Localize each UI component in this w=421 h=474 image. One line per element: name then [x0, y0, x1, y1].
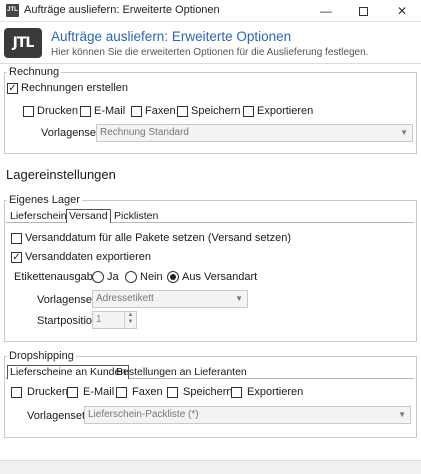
tab-versand[interactable]: Versand: [66, 209, 111, 223]
rechnung-group-label: Rechnung: [7, 66, 62, 78]
etiketten-aus-versandart-radio[interactable]: [167, 271, 179, 283]
tab-lieferscheine-an-kunden[interactable]: Lieferscheine an Kunden: [7, 365, 130, 379]
etiketten-aus-versandart-label: Aus Versandart: [182, 271, 258, 283]
dropshipping-exportieren-label: Exportieren: [247, 386, 304, 398]
etiketten-ja-label: Ja: [107, 271, 119, 283]
chevron-down-icon: ▼: [400, 128, 408, 137]
minimize-button[interactable]: —: [309, 0, 343, 22]
stepper-arrows-icon[interactable]: ▲ ▼: [124, 312, 136, 328]
dropshipping-faxen-label: Faxen: [132, 386, 163, 398]
rechnung-speichern-checkbox[interactable]: [177, 106, 188, 117]
rechnung-exportieren-label: Exportieren: [257, 105, 314, 117]
rechnung-exportieren-checkbox[interactable]: [243, 106, 254, 117]
maximize-icon: [358, 6, 368, 16]
startposition-label: Startposition: [37, 315, 99, 327]
lager-vorlagenset-value: Adressetikett: [96, 293, 154, 304]
lagereinstellungen-title: Lagereinstellungen: [6, 167, 116, 182]
lager-vorlagenset-label: Vorlagenset:: [37, 294, 99, 306]
rechnung-vorlagenset-select[interactable]: Rechnung Standard ▼: [96, 124, 413, 142]
rechnung-speichern-label: Speichern: [191, 105, 241, 117]
rechnung-vorlagenset-label: Vorlagenset:: [41, 127, 103, 139]
app-icon: JTL: [6, 4, 19, 17]
versanddatum-checkbox[interactable]: [11, 233, 22, 244]
dropshipping-email-label: E-Mail: [83, 386, 115, 398]
close-button[interactable]: ✕: [385, 0, 419, 22]
dropshipping-vorlagenset-label: Vorlagenset:: [27, 410, 89, 422]
etiketten-nein-radio[interactable]: [125, 271, 137, 283]
dropshipping-vorlagenset-select[interactable]: Lieferschein-Packliste (*) ▼: [84, 406, 411, 424]
dropshipping-drucken-checkbox[interactable]: [11, 387, 22, 398]
dropshipping-vorlagenset-value: Lieferschein-Packliste (*): [88, 409, 199, 420]
dropshipping-speichern-label: Speichern: [183, 386, 233, 398]
versanddatum-label: Versanddatum für alle Pakete setzen (Ver…: [25, 232, 291, 244]
chevron-down-icon: ▼: [398, 410, 406, 419]
dialog-header: JTL Aufträge ausliefern: Erweiterte Opti…: [0, 22, 421, 64]
title-bar: JTL Aufträge ausliefern: Erweiterte Opti…: [0, 0, 421, 22]
bottom-strip: [0, 460, 421, 474]
rechnung-email-label: E-Mail: [94, 105, 126, 117]
startposition-value: 1: [96, 314, 102, 325]
maximize-button[interactable]: [346, 0, 380, 22]
jtl-logo: JTL: [4, 28, 42, 58]
tab-lieferscheine[interactable]: Lieferscheine: [8, 210, 74, 224]
rechnung-faxen-label: Faxen: [145, 105, 176, 117]
dropshipping-faxen-checkbox[interactable]: [116, 387, 127, 398]
rechnung-email-checkbox[interactable]: [80, 106, 91, 117]
eigenes-lager-group-label: Eigenes Lager: [7, 194, 82, 206]
radio-selected-dot: [170, 274, 176, 280]
dropshipping-email-checkbox[interactable]: [67, 387, 78, 398]
rechnung-vorlagenset-value: Rechnung Standard: [100, 127, 189, 138]
tab-picklisten[interactable]: Picklisten: [112, 210, 160, 224]
window-title: Aufträge ausliefern: Erweiterte Optionen: [24, 4, 220, 16]
rechnungen-erstellen-label: Rechnungen erstellen: [21, 82, 129, 94]
lager-vorlagenset-select[interactable]: Adressetikett ▼: [92, 290, 248, 308]
dropshipping-group-label: Dropshipping: [7, 350, 76, 362]
dropshipping-drucken-label: Drucken: [27, 386, 68, 398]
tab-bestellungen-an-lieferanten[interactable]: Bestellungen an Lieferanten: [114, 366, 249, 380]
header-subtitle: Hier können Sie die erweiterten Optionen…: [51, 47, 369, 58]
rechnung-drucken-label: Drucken: [37, 105, 78, 117]
startposition-stepper[interactable]: 1 ▲ ▼: [92, 311, 137, 329]
rechnung-faxen-checkbox[interactable]: [131, 106, 142, 117]
etiketten-ja-radio[interactable]: [92, 271, 104, 283]
etiketten-nein-label: Nein: [140, 271, 163, 283]
versanddaten-exportieren-label: Versanddaten exportieren: [25, 251, 151, 263]
dropshipping-speichern-checkbox[interactable]: [167, 387, 178, 398]
versanddaten-exportieren-checkbox[interactable]: ✓: [11, 252, 22, 263]
rechnung-drucken-checkbox[interactable]: [23, 106, 34, 117]
header-title: Aufträge ausliefern: Erweiterte Optionen: [51, 29, 292, 44]
chevron-down-icon: ▼: [235, 294, 243, 303]
rechnungen-erstellen-checkbox[interactable]: ✓: [7, 83, 18, 94]
etikettenausgabe-label: Etikettenausgabe:: [14, 271, 103, 283]
dropshipping-exportieren-checkbox[interactable]: [231, 387, 242, 398]
